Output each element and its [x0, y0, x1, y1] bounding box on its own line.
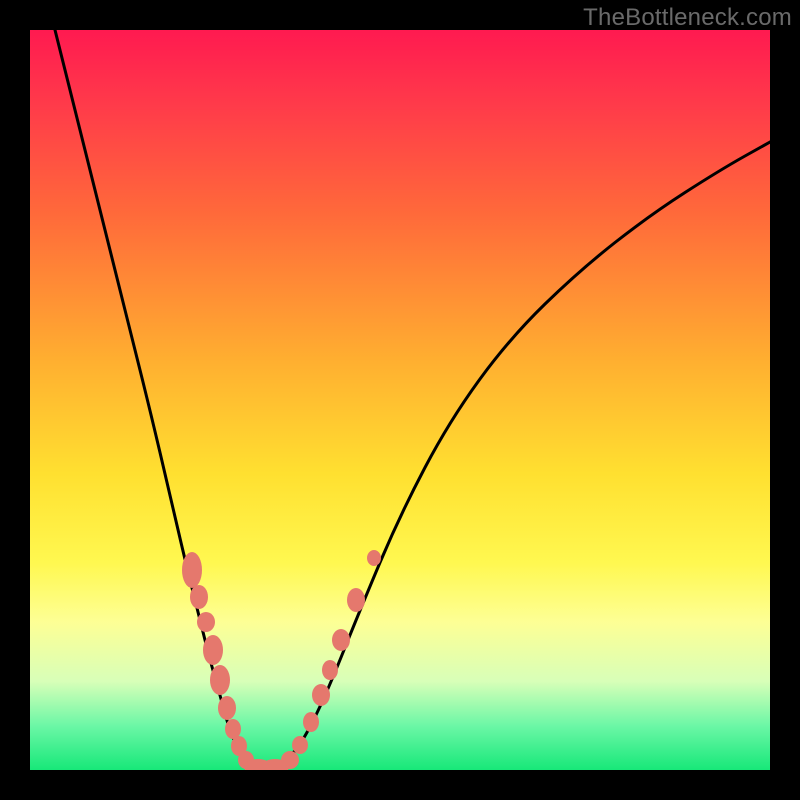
chart-frame: TheBottleneck.com [0, 0, 800, 800]
curve-marker [367, 550, 381, 566]
curve-markers [182, 550, 381, 770]
curve-marker [347, 588, 365, 612]
plot-area [30, 30, 770, 770]
watermark-text: TheBottleneck.com [583, 4, 792, 32]
curve-marker [332, 629, 350, 651]
curve-marker [312, 684, 330, 706]
curve-marker [182, 552, 202, 588]
curve-marker [197, 612, 215, 632]
curve-marker [303, 712, 319, 732]
curve-marker [210, 665, 230, 695]
curve-marker [203, 635, 223, 665]
curve-marker [190, 585, 208, 609]
curve-marker [292, 736, 308, 754]
bottleneck-chart-svg [30, 30, 770, 770]
curve-marker [281, 751, 299, 769]
curve-marker [322, 660, 338, 680]
curve-marker [218, 696, 236, 720]
bottleneck-curve [55, 30, 770, 767]
curve-marker [225, 719, 241, 739]
